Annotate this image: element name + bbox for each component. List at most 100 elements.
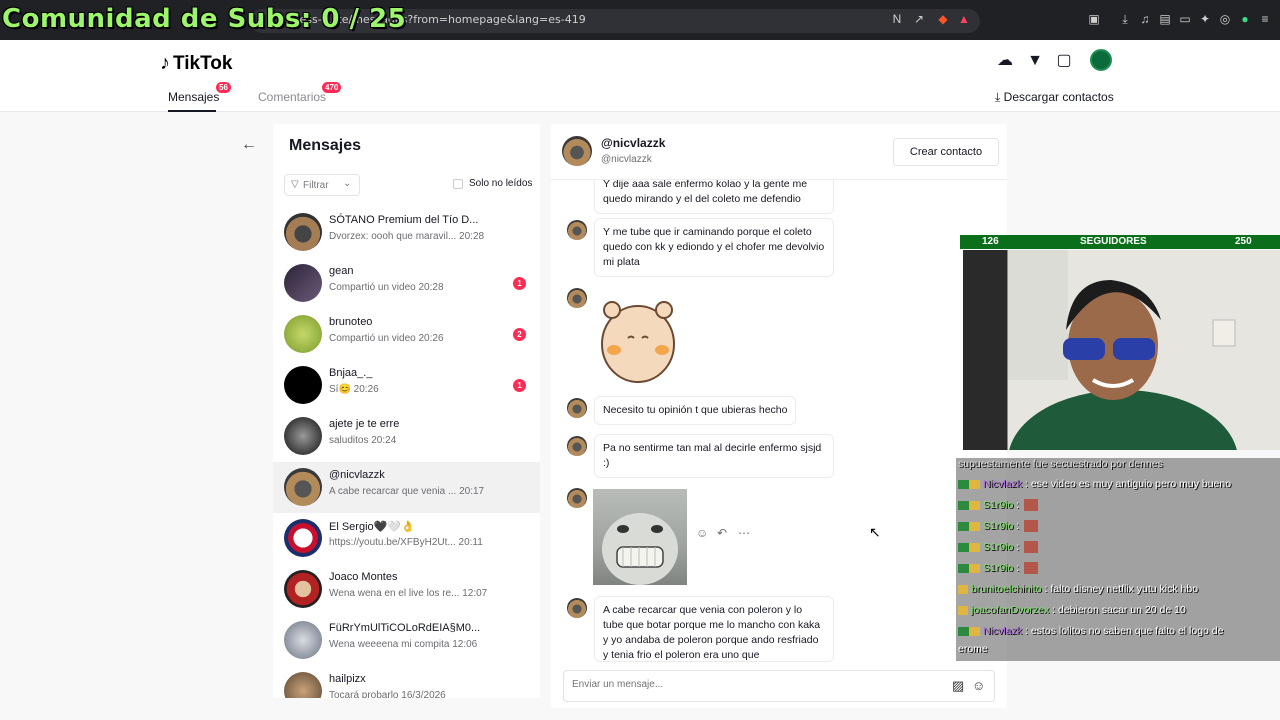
tiktok-logo[interactable]: ♪ TikTok [160, 52, 232, 75]
message-avatar [567, 436, 587, 456]
chat-username: joacofanDvorzex [971, 604, 1050, 616]
message-composer: ▨ ☺ [563, 670, 995, 702]
chat-message: : [1013, 562, 1023, 574]
avatar [284, 621, 322, 659]
chat-line: S1r9io : [958, 541, 1039, 554]
conversation-preview: Sí😊 20:26 [329, 384, 379, 395]
unread-only-checkbox[interactable] [453, 179, 463, 189]
conversation-item[interactable]: gean Compartió un video 20:28 1 [273, 258, 540, 309]
react-emoji-icon[interactable]: ☺ [696, 526, 708, 540]
unread-only-label: Solo no leídos [469, 178, 533, 189]
stream-chat-overlay: supuestamente fue secuestrado por dennes… [956, 458, 1280, 661]
chat-username: S1r9io [983, 541, 1014, 553]
chat-line: S1r9io : [958, 562, 1039, 575]
sidebar-icon[interactable]: ▣ [1087, 12, 1101, 26]
share-icon[interactable]: ↗ [912, 12, 926, 26]
brave-rewards-icon[interactable]: ▲ [957, 12, 971, 26]
tab-comments-badge: 470 [322, 82, 342, 93]
unread-badge: 2 [513, 328, 526, 341]
chat-avatar[interactable] [562, 136, 592, 166]
avatar [284, 468, 322, 506]
conversation-preview: Compartió un video 20:26 [329, 333, 444, 344]
cat-sticker [593, 489, 687, 585]
download-contacts-button[interactable]: ⤓ Descargar contactos [995, 90, 1114, 105]
conversation-item[interactable]: SÓTANO Premium del Tío D... Dvorzex: ooo… [273, 207, 540, 258]
more-options-icon[interactable]: ⋯ [738, 526, 750, 540]
downloads-icon[interactable]: ⤓ [1118, 12, 1132, 26]
conversation-preview: A cabe recarcar que venia ... 20:17 [329, 486, 485, 497]
message-avatar [567, 398, 587, 418]
chat-username: S1r9io [983, 520, 1014, 532]
profile-icon[interactable]: ● [1238, 12, 1252, 26]
conversation-name: hailpizx [329, 673, 366, 685]
translate-icon[interactable]: N [890, 12, 904, 26]
conversation-item-active[interactable]: @nicvlazzk A cabe recarcar que venia ...… [273, 462, 540, 513]
followers-goal: 250 [1235, 236, 1252, 247]
conversation-preview: Dvorzex: oooh que maravil... 20:28 [329, 231, 485, 242]
followers-label: SEGUIDORES [1080, 236, 1147, 247]
conversation-preview: Wena wena en el live los re... 12:07 [329, 588, 488, 599]
image-icon[interactable]: ▨ [952, 678, 964, 694]
conversation-name: El Sergio🖤🤍👌 [329, 521, 415, 533]
conversation-item[interactable]: Bnjaa_._ Sí😊 20:26 1 [273, 360, 540, 411]
chat-username: brunitoelchinito [971, 583, 1042, 595]
conversation-preview: saluditos 20:24 [329, 435, 397, 446]
back-arrow-icon[interactable]: ← [241, 136, 257, 154]
message-square-icon[interactable]: ▢ [1054, 51, 1074, 71]
chat-line: erome [958, 643, 988, 655]
conversation-name: FüRrYmUlTiCOLoRdEIA§M0... [329, 622, 481, 634]
emoji-icon[interactable]: ☺ [972, 678, 985, 693]
conversation-preview: Compartió un video 20:28 [329, 282, 444, 293]
chat-message: : falto disney netflix yutu kick hbo [1041, 583, 1199, 595]
panel-icon[interactable]: ▤ [1158, 12, 1172, 26]
brave-shield-icon[interactable]: ◆ [936, 12, 950, 26]
user-avatar[interactable] [1090, 49, 1112, 71]
filter-button[interactable]: ▽ Filtrar ⌄ [284, 174, 360, 196]
vpn-icon[interactable]: ◎ [1218, 12, 1232, 26]
wallet-icon[interactable]: ▭ [1178, 12, 1192, 26]
tab-messages[interactable]: Mensajes 56 [168, 82, 231, 104]
conversation-preview: Wena weeeena mi compita 12:06 [329, 639, 478, 650]
avatar [284, 264, 322, 302]
conversation-name: Joaco Montes [329, 571, 398, 583]
chat-line: Nicvlazk : ese video es muy antiguio per… [958, 478, 1231, 490]
chat-line: joacofanDvorzex : debieron sacar un 20 d… [958, 604, 1186, 616]
reply-icon[interactable]: ↶ [717, 526, 727, 540]
music-icon[interactable]: ♫ [1138, 12, 1152, 26]
chat-header: @nicvlazzk @nicvlazzk Crear contacto [551, 124, 1007, 180]
conversation-item[interactable]: hailpizx Tocará probarlo 16/3/2026 [273, 666, 540, 698]
tab-messages-label: Mensajes [168, 90, 220, 104]
avatar [284, 570, 322, 608]
conversation-item[interactable]: brunoteo Compartió un video 20:26 2 [273, 309, 540, 360]
user-badges [958, 479, 980, 489]
chat-message: : ese video es muy antiguio pero muy bue… [1022, 478, 1232, 490]
conversation-item[interactable]: FüRrYmUlTiCOLoRdEIA§M0... Wena weeeena m… [273, 615, 540, 666]
filter-label: Filtrar [303, 180, 329, 191]
message-input[interactable] [572, 679, 932, 690]
filter-funnel-icon[interactable]: ▼ [1025, 51, 1045, 71]
message-avatar [567, 488, 587, 508]
chat-message: erome [958, 643, 988, 655]
create-contact-button[interactable]: Crear contacto [893, 138, 999, 166]
tab-comments-label: Comentarios [258, 90, 327, 104]
tab-comments[interactable]: Comentarios 470 [258, 82, 342, 104]
chat-line: Nicvlazk : estos lolitos no saben que fa… [958, 625, 1223, 637]
conversation-item[interactable]: Joaco Montes Wena wena en el live los re… [273, 564, 540, 615]
followers-current: 126 [982, 236, 999, 247]
conversation-name: @nicvlazzk [329, 469, 385, 481]
chat-username: S1r9io [983, 562, 1014, 574]
extensions-icon[interactable]: ✦ [1198, 12, 1212, 26]
emote-icon [1024, 541, 1039, 554]
chat-message: supuestamente fue secuestrado por dennes [958, 458, 1163, 470]
conversation-name: brunoteo [329, 316, 373, 328]
menu-icon[interactable]: ≡ [1258, 12, 1272, 26]
follower-goal-bar: 126 SEGUIDORES 250 [960, 235, 1280, 249]
avatar [284, 213, 322, 251]
user-badges [958, 521, 980, 531]
conversation-item[interactable]: El Sergio🖤🤍👌 https://youtu.be/XFByH2Ut..… [273, 513, 540, 564]
message-bubble: A cabe recarcar que venia con poleron y … [594, 596, 834, 662]
conversation-item[interactable]: ajete je te erre saluditos 20:24 [273, 411, 540, 462]
chat-message: : debieron sacar un 20 de 10 [1049, 604, 1186, 616]
message-avatar [567, 598, 587, 618]
upload-cloud-icon[interactable]: ☁ [995, 51, 1015, 71]
